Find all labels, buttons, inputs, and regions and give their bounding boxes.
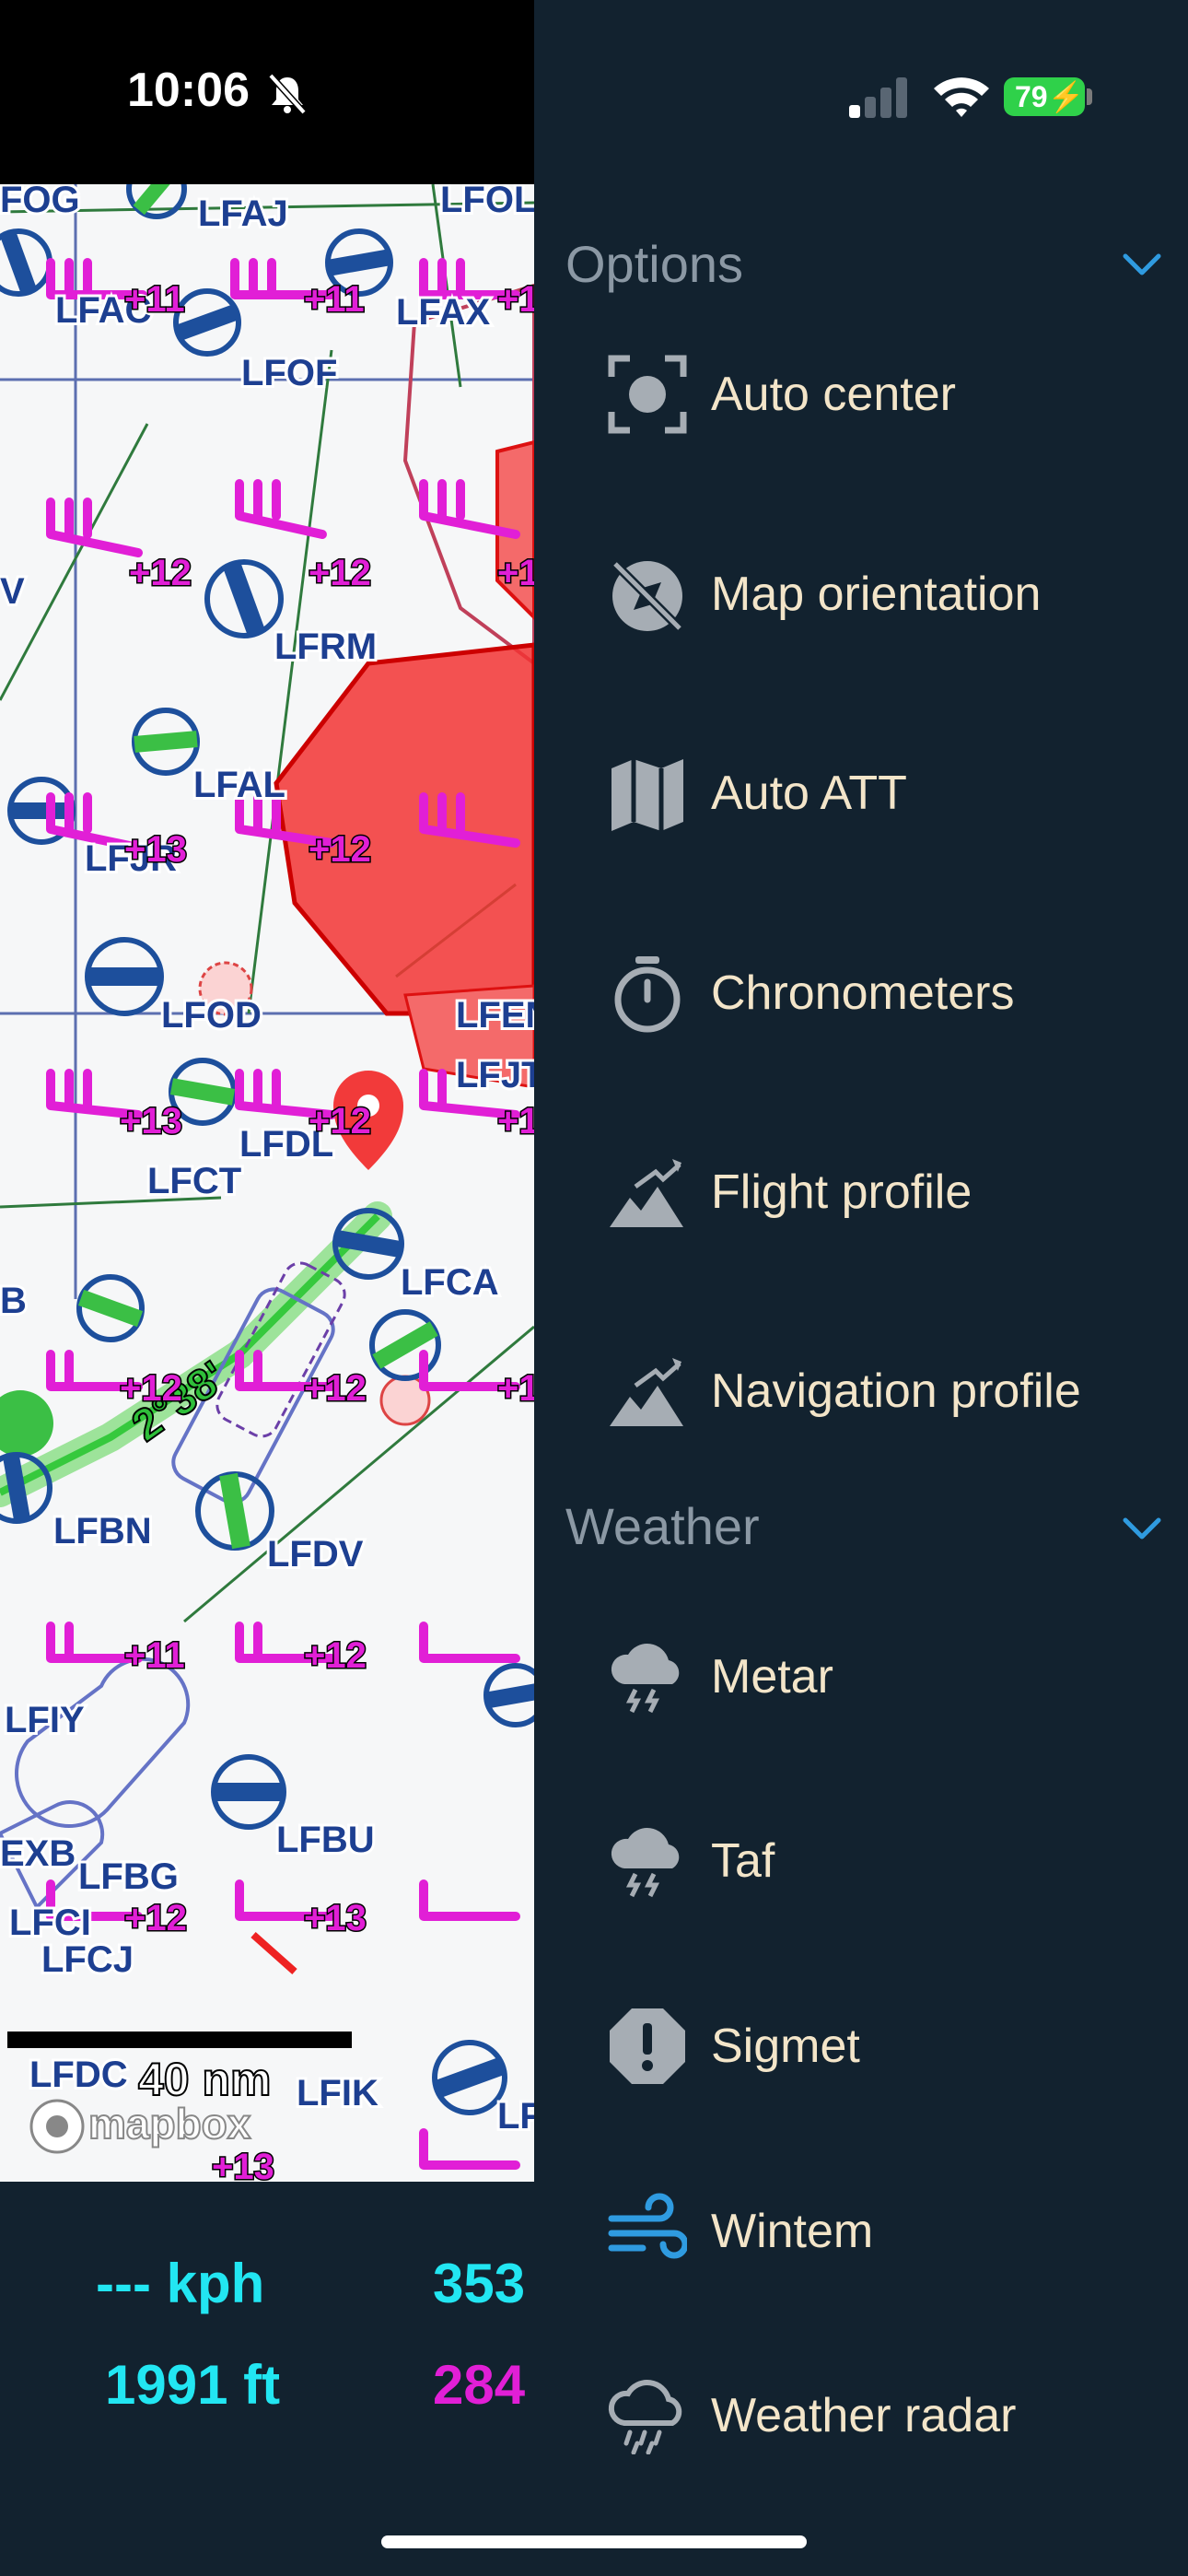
airport-label: LFAJ	[198, 193, 288, 234]
menu-item-label: Navigation profile	[711, 1364, 1081, 1418]
airport-label: V	[0, 571, 25, 612]
wind-label: +12	[309, 1101, 371, 1142]
wind-label: +11	[124, 279, 185, 320]
flight-data-panel: --- kph 353 1991 ft 284	[0, 2182, 534, 2576]
home-indicator[interactable]	[381, 2535, 807, 2548]
airport-label: LFBG	[78, 1856, 179, 1897]
map-icon	[611, 759, 683, 831]
airport-label: LFCT	[147, 1161, 241, 1201]
aviation-map[interactable]: 2°38' FOG LFAJ LFOL LFAC LFAX LFOF LFRM …	[0, 184, 534, 2182]
menu-item-label: Map orientation	[711, 568, 1042, 621]
value-top-readout: 353	[433, 2253, 526, 2314]
airport-label: B	[0, 1281, 27, 1321]
wind-label: +12	[124, 1898, 187, 1938]
wind-label: +13	[497, 1101, 534, 1142]
airport-label: LFIK	[297, 2073, 379, 2113]
menu-item-label: Taf	[711, 1834, 775, 1888]
chevron-down-icon[interactable]	[1122, 1515, 1162, 1542]
menu-item-label: Weather radar	[711, 2389, 1017, 2442]
menu-item-label: Auto ATT	[711, 767, 907, 820]
wind-label: +13	[304, 1898, 367, 1938]
airport-label: LFEN	[456, 995, 534, 1036]
flight-route: 2°38'	[0, 1201, 392, 1507]
airport-label: LFDC	[29, 2055, 128, 2095]
airport-label: LFOD	[161, 995, 262, 1036]
wind-label: +13	[120, 1101, 182, 1142]
value-bottom-readout: 284	[433, 2354, 526, 2416]
wifi-icon	[934, 77, 989, 117]
battery-indicator: 79⚡	[1004, 77, 1085, 116]
airport-label: LFCA	[401, 1262, 499, 1303]
wind-label: +11	[124, 1635, 185, 1676]
wind-label: +12	[129, 553, 192, 593]
battery-cap	[1087, 88, 1092, 105]
wind-label: +12	[309, 829, 371, 870]
cellular-signal-icon	[849, 77, 907, 118]
bell-muted-icon	[268, 73, 307, 114]
airport-label: LFDV	[267, 1534, 364, 1575]
airport-label: LF	[497, 2096, 534, 2137]
stopwatch-icon	[614, 956, 681, 1033]
status-time: 10:06	[127, 64, 250, 117]
wind-label: +12	[309, 553, 371, 593]
wind-label: +12	[120, 1368, 182, 1409]
options-section-header[interactable]: Options	[565, 234, 743, 294]
airport-label: FOG	[0, 184, 80, 220]
mapbox-attribution: mapbox	[87, 2099, 251, 2149]
altitude-readout: 1991 ft	[105, 2354, 281, 2416]
menu-item-label: Chronometers	[711, 966, 1015, 1020]
wind-label: +13	[124, 829, 187, 870]
airport-label: LFCJ	[41, 1939, 134, 1980]
navigation-profile-icon	[610, 1358, 683, 1426]
wind-label: +11	[304, 279, 365, 320]
map-canvas: 2°38' FOG LFAJ LFOL LFAC LFAX LFOF LFRM …	[0, 184, 534, 2182]
airport-label: LFBN	[53, 1511, 152, 1551]
airport-label: LFAL	[193, 765, 285, 805]
airport-label: LFCI	[9, 1903, 91, 1943]
airport-label: EXB	[0, 1833, 76, 1874]
red-marker	[250, 1932, 297, 1974]
speed-readout: --- kph	[96, 2253, 265, 2314]
compass-off-icon	[611, 560, 683, 632]
menu-item-label: Wintem	[711, 2205, 874, 2258]
menu-item-label: Metar	[711, 1650, 833, 1704]
wind-labels: +11 +11 +11 +12 +12 +12 +13 +12 +13 +12 …	[119, 278, 535, 2183]
airport-label: LFJT	[456, 1055, 534, 1095]
charging-bolt-icon: ⚡	[1047, 80, 1085, 113]
wind-label: +12	[304, 1368, 367, 1409]
map-scale-bar	[7, 2032, 352, 2048]
airport-label: LFOF	[241, 353, 337, 393]
chevron-down-icon[interactable]	[1122, 251, 1162, 278]
storm-cloud-icon	[611, 1828, 680, 1898]
wind-label: +12	[497, 1368, 534, 1409]
airport-label: LFBU	[276, 1820, 375, 1860]
airport-labels: FOG LFAJ LFOL LFAC LFAX LFOF LFRM LFAL L…	[0, 184, 534, 2139]
battery-level: 79	[1015, 80, 1048, 113]
alert-octagon-icon	[610, 2008, 685, 2084]
flight-profile-icon	[610, 1159, 683, 1227]
storm-cloud-icon	[611, 1644, 680, 1714]
auto-center-icon	[608, 355, 687, 434]
weather-section-header[interactable]: Weather	[565, 1496, 760, 1556]
rain-cloud-icon	[608, 2380, 682, 2454]
airport-label: LFIY	[5, 1700, 85, 1740]
wind-label: +12	[304, 1635, 367, 1676]
wind-label: +11	[497, 279, 534, 320]
wind-icon	[608, 2193, 687, 2259]
airport-label: LFOL	[440, 184, 534, 220]
airport-label: LFAX	[396, 292, 491, 333]
menu-item-label: Sigmet	[711, 2020, 860, 2073]
menu-item-label: Auto center	[711, 368, 956, 421]
menu-item-label: Flight profile	[711, 1165, 973, 1219]
airport-label: LFRM	[274, 626, 377, 667]
wind-label: +12	[497, 553, 534, 593]
